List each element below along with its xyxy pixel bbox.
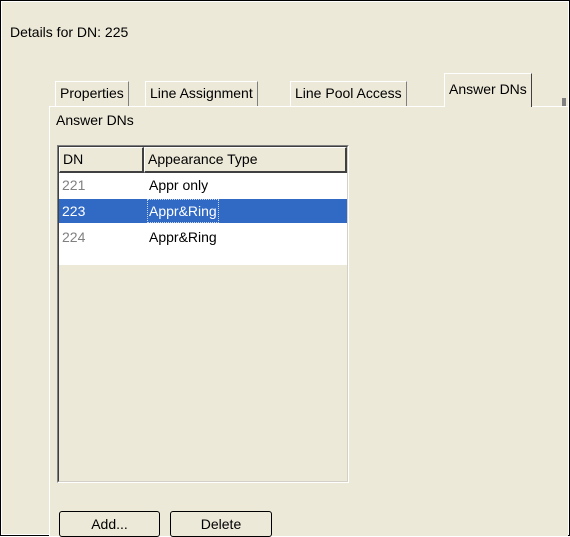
answer-dns-list[interactable]: DN Appearance Type 221 Appr only 223 App…: [57, 145, 349, 483]
column-header-dn[interactable]: DN: [59, 147, 144, 173]
list-header: DN Appearance Type: [59, 147, 347, 173]
tab-line-pool-access[interactable]: Line Pool Access: [290, 81, 407, 107]
details-panel: Details for DN: 225 Properties Line Assi…: [2, 2, 568, 537]
answer-dns-tab-page: Answer DNs DN Appearance Type 221 Appr o…: [49, 106, 568, 537]
answer-dns-group-label: Answer DNs: [56, 112, 134, 128]
row-appearance-type: Appr&Ring: [147, 199, 219, 223]
table-row[interactable]: 221 Appr only: [59, 173, 347, 197]
table-row[interactable]: 224 Appr&Ring: [59, 225, 347, 249]
tab-answer-dns[interactable]: Answer DNs: [444, 73, 532, 107]
row-dn: 224: [62, 229, 86, 245]
details-title: Details for DN: 225: [10, 24, 129, 40]
row-appearance-type: Appr&Ring: [149, 229, 217, 245]
tab-properties[interactable]: Properties: [55, 81, 129, 107]
tab-line-assignment[interactable]: Line Assignment: [145, 81, 258, 107]
add-button[interactable]: Add...: [59, 511, 160, 537]
details-window: Details for DN: 225 Properties Line Assi…: [0, 0, 570, 537]
row-dn: 221: [62, 177, 86, 193]
row-dn: 223: [62, 203, 86, 219]
table-row-selected[interactable]: 223 Appr&Ring: [59, 199, 347, 223]
list-rows: 221 Appr only 223 Appr&Ring 224 Appr&Rin…: [59, 173, 347, 265]
column-header-appearance-type[interactable]: Appearance Type: [144, 147, 347, 173]
row-appearance-type: Appr only: [149, 177, 209, 193]
delete-button[interactable]: Delete: [170, 511, 272, 537]
list-inner-border: DN Appearance Type 221 Appr only 223 App…: [58, 146, 348, 482]
